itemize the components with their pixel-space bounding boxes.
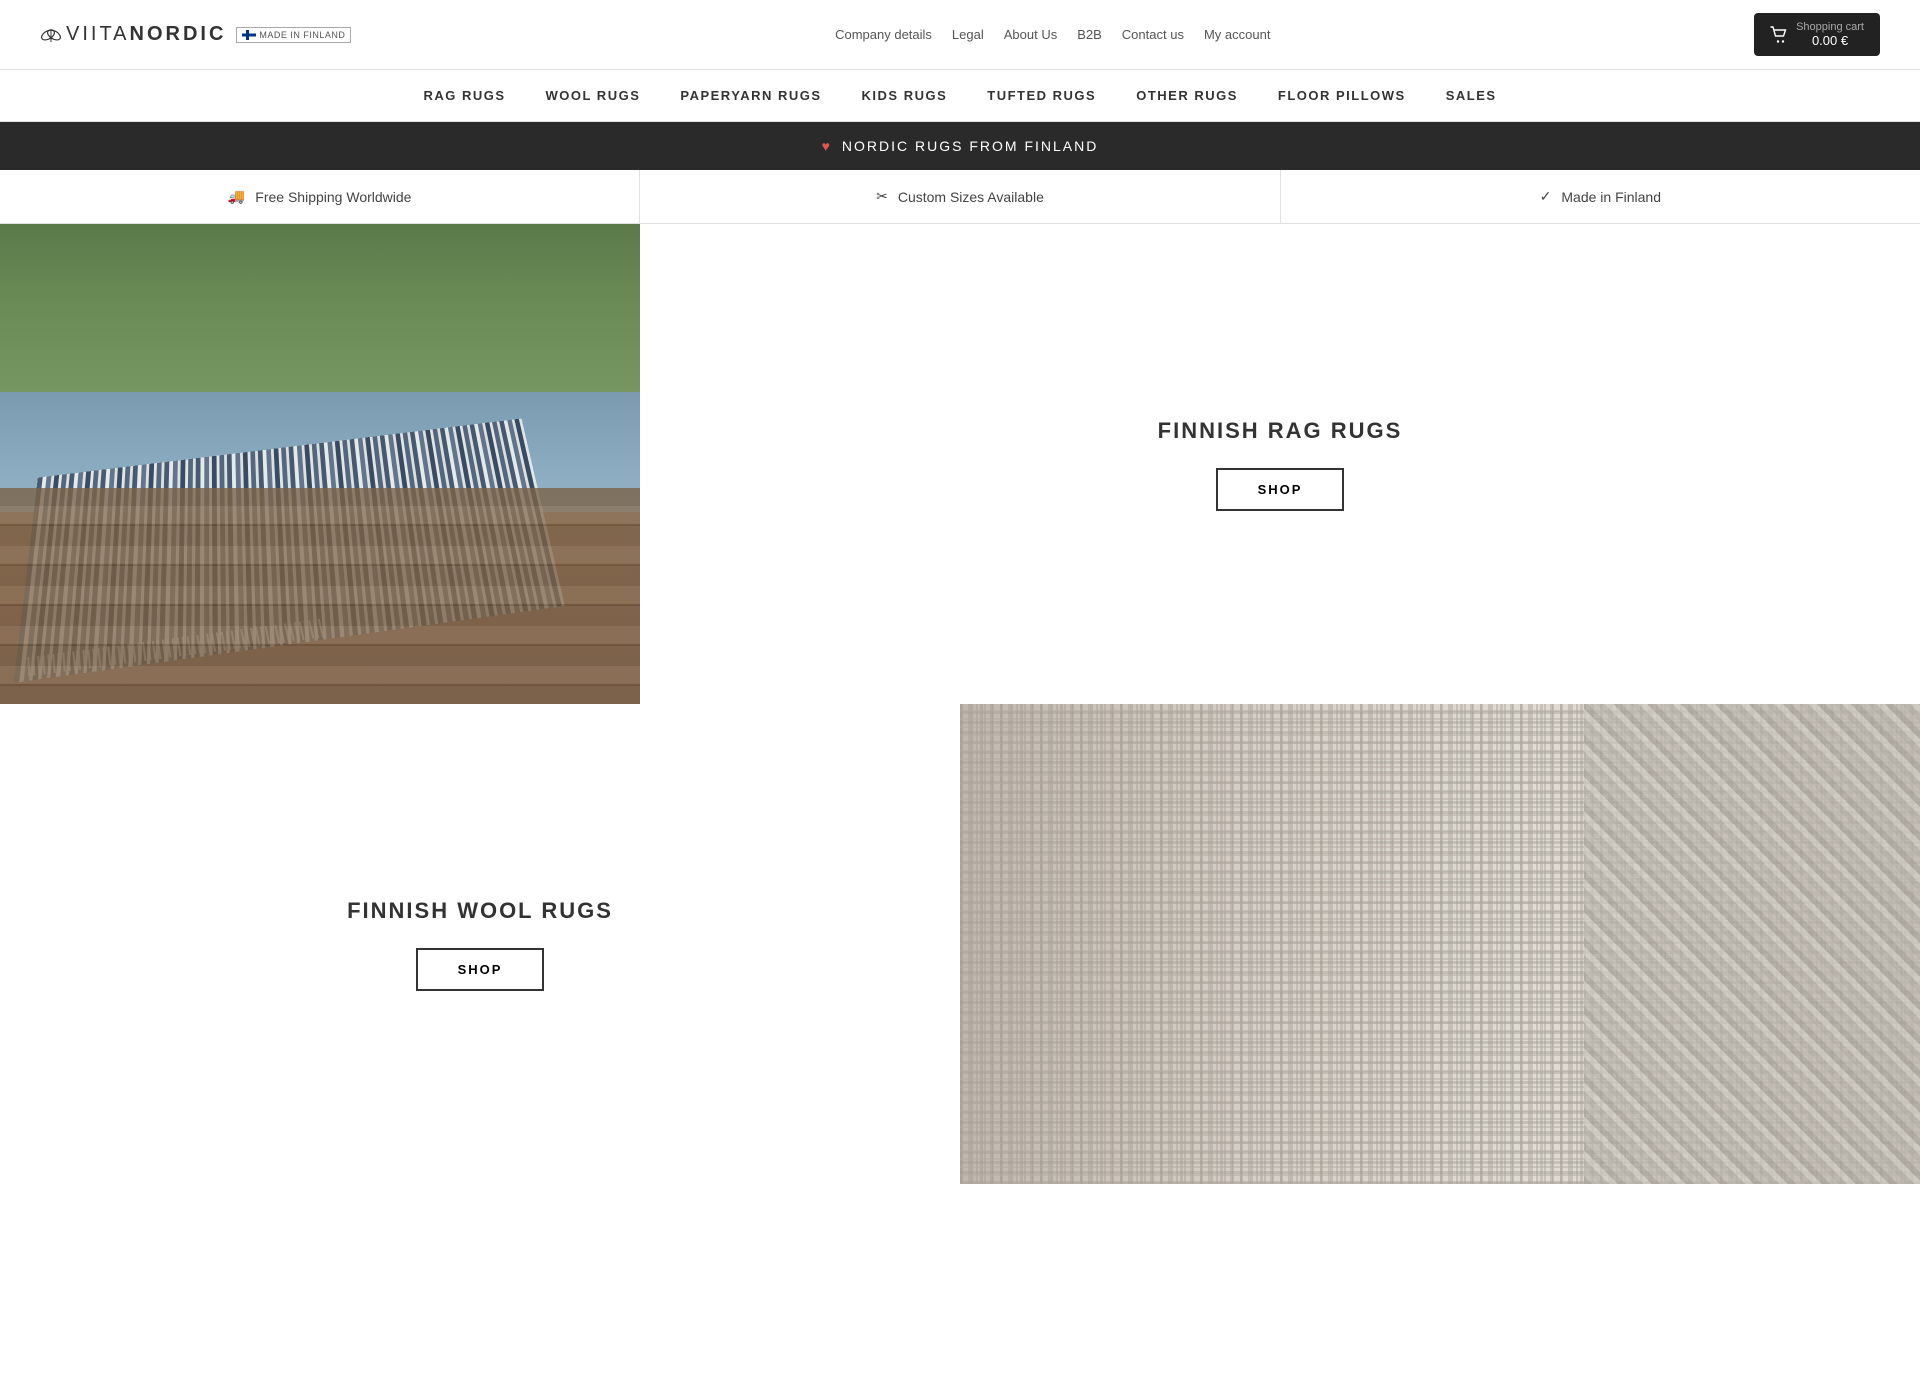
feature-custom-sizes-text: Custom Sizes Available bbox=[898, 189, 1044, 205]
top-nav-links: Company details Legal About Us B2B Conta… bbox=[835, 27, 1270, 42]
nav-rag-rugs[interactable]: RAG RUGS bbox=[423, 88, 505, 103]
check-icon: ✓ bbox=[1540, 188, 1552, 205]
feature-made-in-finland: ✓ Made in Finland bbox=[1281, 170, 1920, 223]
legal-link[interactable]: Legal bbox=[952, 27, 984, 42]
nav-kids-rugs[interactable]: KIDS RUGS bbox=[862, 88, 948, 103]
about-us-link[interactable]: About Us bbox=[1004, 27, 1057, 42]
dock-boards bbox=[0, 488, 640, 704]
forest-background bbox=[0, 224, 640, 416]
nav-other-rugs[interactable]: OTHER RUGS bbox=[1136, 88, 1238, 103]
rag-rugs-title: FINNISH RAG RUGS bbox=[1158, 418, 1403, 444]
banner-text: NORDIC RUGS FROM FINLAND bbox=[842, 138, 1098, 154]
nav-floor-pillows[interactable]: FLOOR PILLOWS bbox=[1278, 88, 1406, 103]
company-details-link[interactable]: Company details bbox=[835, 27, 932, 42]
cart-icon bbox=[1770, 26, 1788, 44]
my-account-link[interactable]: My account bbox=[1204, 27, 1270, 42]
rag-rugs-section: FINNISH RAG RUGS SHOP bbox=[0, 224, 1920, 704]
feature-shipping: 🚚 Free Shipping Worldwide bbox=[0, 170, 640, 223]
finland-flag-icon bbox=[242, 30, 256, 40]
finland-badge: MADE IN FINLAND bbox=[236, 27, 351, 43]
nav-sales[interactable]: SALES bbox=[1446, 88, 1497, 103]
truck-icon: 🚚 bbox=[228, 188, 245, 205]
wool-rugs-title: FINNISH WOOL RUGS bbox=[347, 898, 613, 924]
b2b-link[interactable]: B2B bbox=[1077, 27, 1102, 42]
rag-rug-image bbox=[0, 224, 640, 704]
cart-amount: 0.00 € bbox=[1812, 33, 1848, 48]
top-bar: VIITANORDIC MADE IN FINLAND Company deta… bbox=[0, 0, 1920, 70]
paperyarn-scene bbox=[960, 704, 1920, 1184]
logo-leaf-icon bbox=[40, 24, 62, 46]
feature-shipping-text: Free Shipping Worldwide bbox=[255, 189, 411, 205]
logo[interactable]: VIITANORDIC MADE IN FINLAND bbox=[40, 23, 351, 46]
wool-rugs-section: FINNISH WOOL RUGS SHOP bbox=[0, 704, 1920, 1184]
contact-us-link[interactable]: Contact us bbox=[1122, 27, 1184, 42]
rag-rugs-shop-button[interactable]: SHOP bbox=[1216, 468, 1345, 511]
feature-strip: 🚚 Free Shipping Worldwide ✂ Custom Sizes… bbox=[0, 170, 1920, 224]
cart-label: Shopping cart bbox=[1796, 21, 1864, 33]
wool-rug-image bbox=[960, 704, 1920, 1184]
rag-rug-scene-bg bbox=[0, 224, 640, 704]
rag-rugs-content: FINNISH RAG RUGS SHOP bbox=[640, 224, 1920, 704]
decorative-pattern-right bbox=[1584, 704, 1920, 1184]
feature-custom-sizes: ✂ Custom Sizes Available bbox=[640, 170, 1280, 223]
banner-icon: ♥ bbox=[822, 138, 832, 154]
brand-name: VIITANORDIC bbox=[66, 23, 226, 46]
nav-tufted-rugs[interactable]: TUFTED RUGS bbox=[987, 88, 1096, 103]
nav-paperyarn-rugs[interactable]: PAPERYARN RUGS bbox=[680, 88, 821, 103]
feature-finland-text: Made in Finland bbox=[1561, 189, 1661, 205]
cart-button[interactable]: Shopping cart 0.00 € bbox=[1754, 13, 1880, 56]
main-navigation: RAG RUGS WOOL RUGS PAPERYARN RUGS KIDS R… bbox=[0, 70, 1920, 122]
wool-rugs-content: FINNISH WOOL RUGS SHOP bbox=[0, 704, 960, 1184]
scissors-icon: ✂ bbox=[876, 188, 888, 205]
promo-banner: ♥ NORDIC RUGS FROM FINLAND bbox=[0, 122, 1920, 170]
nav-wool-rugs[interactable]: WOOL RUGS bbox=[546, 88, 641, 103]
wool-rugs-shop-button[interactable]: SHOP bbox=[416, 948, 545, 991]
